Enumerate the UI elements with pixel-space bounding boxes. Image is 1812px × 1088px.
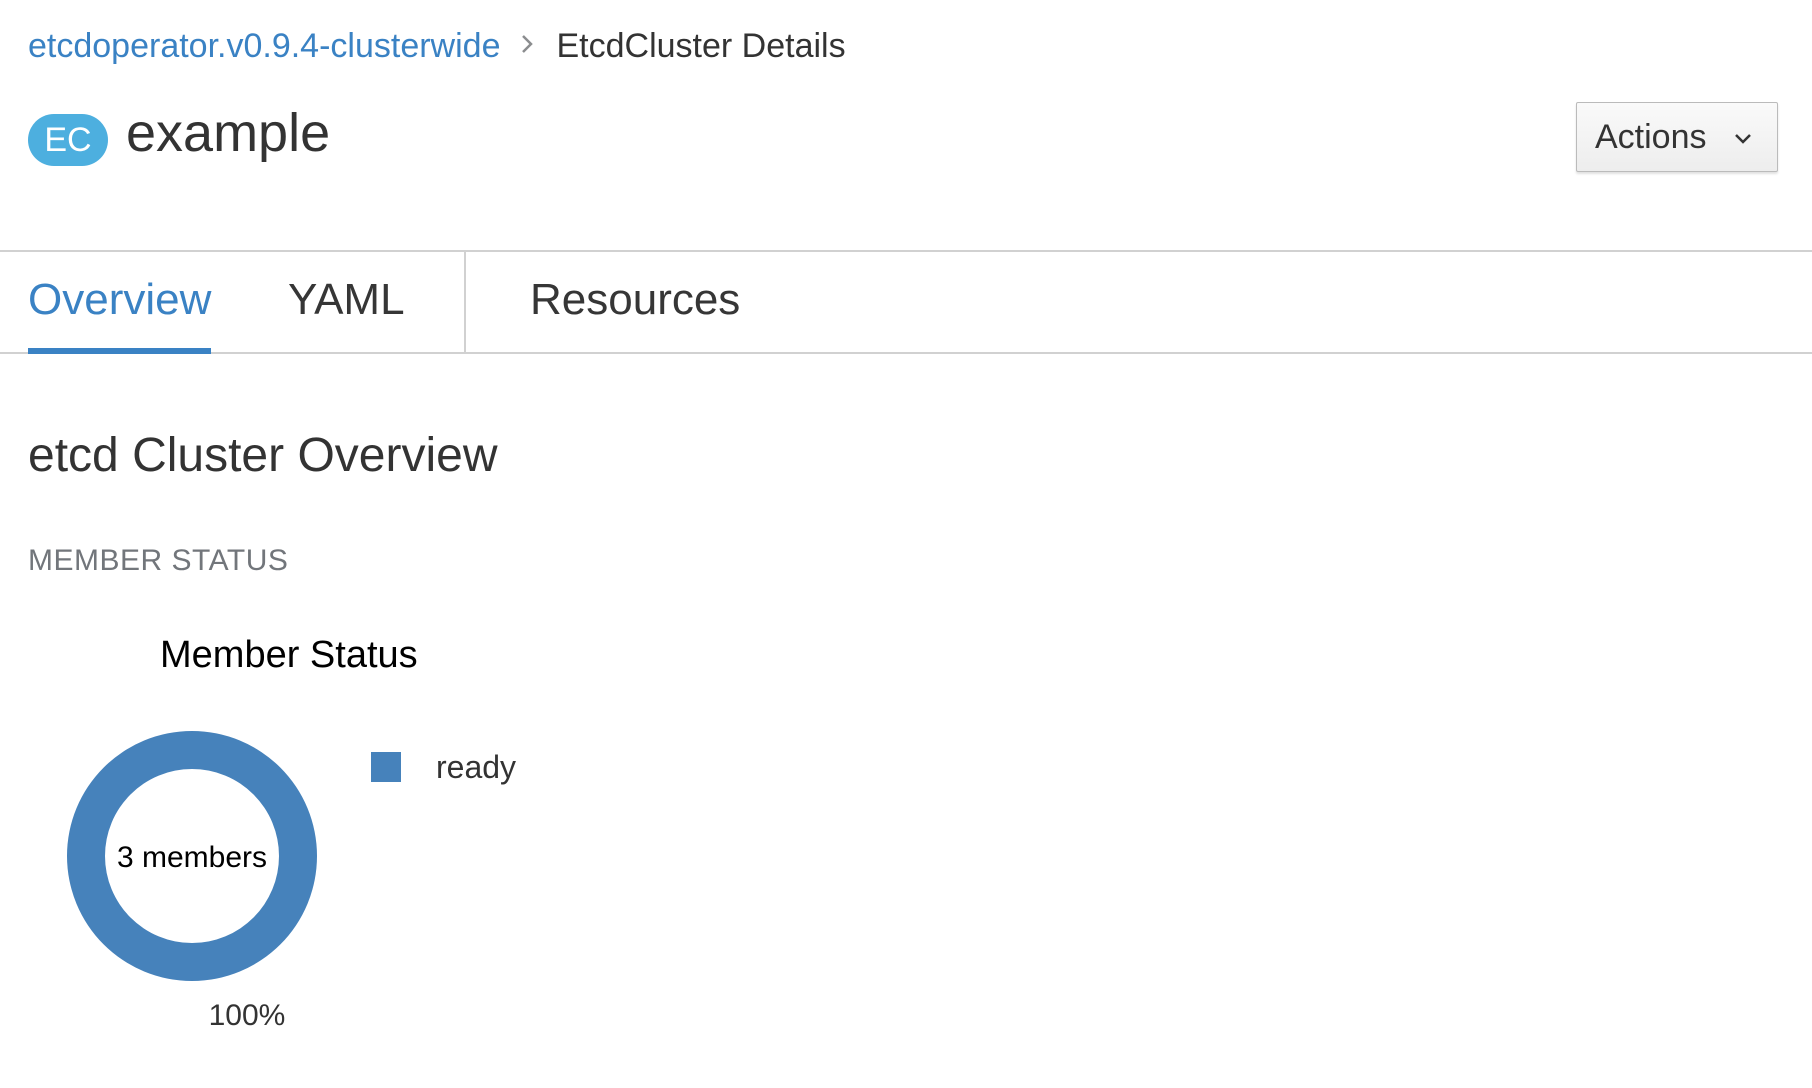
actions-button-label: Actions xyxy=(1595,117,1707,156)
resource-kind-badge: EC xyxy=(28,114,108,166)
tab-overview[interactable]: Overview xyxy=(28,252,212,354)
tab-yaml[interactable]: YAML xyxy=(288,252,405,352)
tab-divider xyxy=(464,252,466,352)
member-status-donut-chart: 100% ready 3 members xyxy=(67,731,516,1032)
page-title: example xyxy=(126,103,331,163)
donut-center-label: 3 members xyxy=(117,841,267,874)
breadcrumb: etcdoperator.v0.9.4-clusterwide EtcdClus… xyxy=(28,22,846,70)
chevron-down-icon xyxy=(1729,123,1757,151)
page-header: EC example xyxy=(28,98,330,168)
breadcrumb-current: EtcdCluster Details xyxy=(556,27,846,65)
tab-resources[interactable]: Resources xyxy=(530,252,740,352)
member-status-heading: MEMBER STATUS xyxy=(28,544,289,577)
section-title: etcd Cluster Overview xyxy=(28,429,498,482)
breadcrumb-parent-link[interactable]: etcdoperator.v0.9.4-clusterwide xyxy=(28,22,500,70)
legend-swatch-ready xyxy=(371,752,401,782)
chart-title: Member Status xyxy=(160,634,418,676)
tab-bar: Overview YAML Resources xyxy=(0,250,1812,354)
legend-label-ready[interactable]: ready xyxy=(436,749,516,785)
breadcrumb-separator-icon xyxy=(520,22,534,70)
actions-dropdown-button[interactable]: Actions xyxy=(1576,102,1778,172)
donut-slice-percent-label: 100% xyxy=(209,999,286,1032)
